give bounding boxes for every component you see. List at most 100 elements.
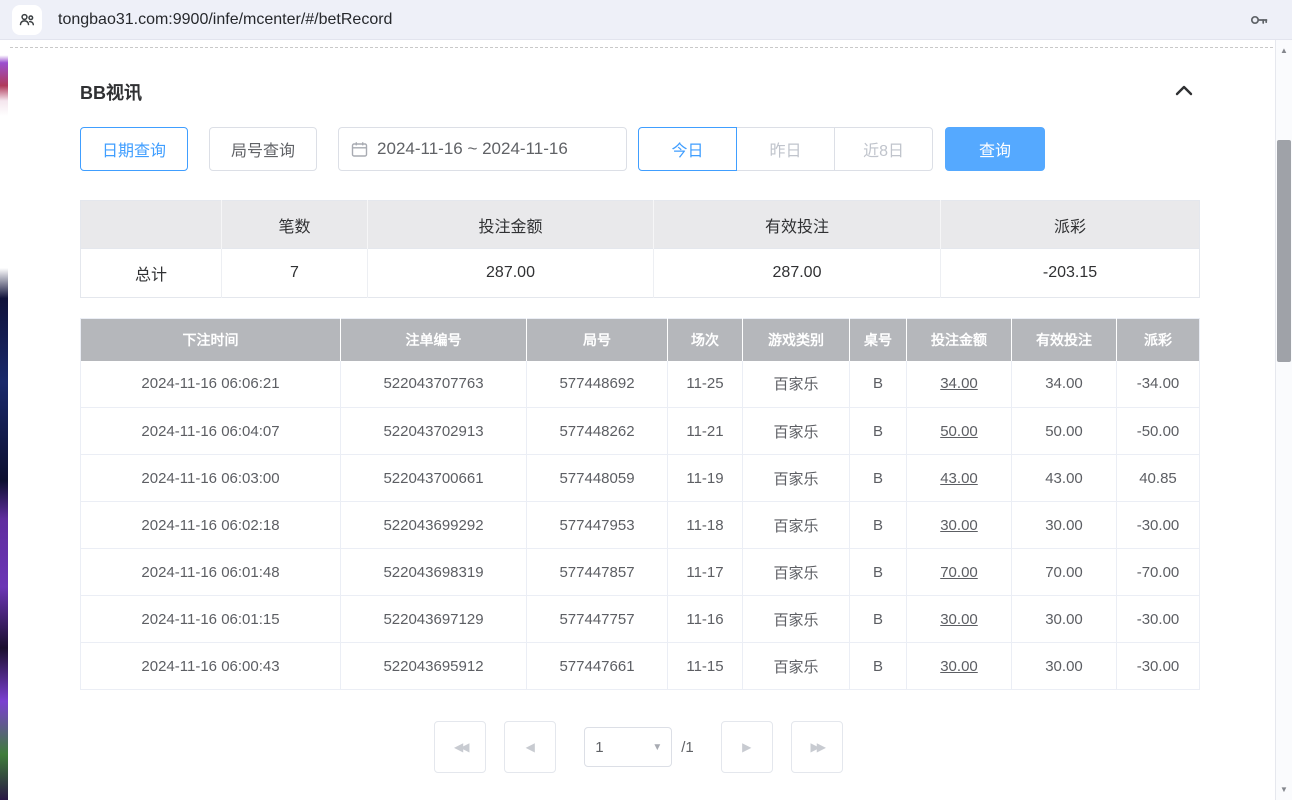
profile-switch-button[interactable]: [12, 5, 42, 35]
round-query-button[interactable]: 局号查询: [209, 127, 317, 171]
summary-valid-bet: 287.00: [654, 249, 941, 298]
cell-time: 2024-11-16 06:03:00: [81, 455, 341, 502]
table-row: 2024-11-16 06:02:18 522043699292 5774479…: [81, 502, 1200, 549]
date-range-value: 2024-11-16 ~ 2024-11-16: [377, 139, 568, 159]
search-button[interactable]: 查询: [945, 127, 1045, 171]
cell-table: B: [850, 455, 907, 502]
cell-payout: -34.00: [1117, 361, 1200, 408]
table-row: 2024-11-16 06:00:43 522043695912 5774476…: [81, 643, 1200, 690]
next-page-icon[interactable]: ▶: [721, 721, 773, 773]
cell-session: 11-21: [668, 408, 743, 455]
cell-time: 2024-11-16 06:01:15: [81, 596, 341, 643]
cell-game: 百家乐: [743, 549, 850, 596]
cell-round: 577447857: [527, 549, 668, 596]
cell-session: 11-17: [668, 549, 743, 596]
cell-valid: 70.00: [1012, 549, 1117, 596]
bet-amount-link[interactable]: 30.00: [907, 596, 1012, 643]
cell-round: 577447757: [527, 596, 668, 643]
cell-order: 522043695912: [341, 643, 527, 690]
cell-table: B: [850, 596, 907, 643]
bet-amount-link[interactable]: 70.00: [907, 549, 1012, 596]
cell-time: 2024-11-16 06:06:21: [81, 361, 341, 408]
col-header-game: 游戏类别: [743, 319, 850, 361]
cell-game: 百家乐: [743, 361, 850, 408]
cell-order: 522043700661: [341, 455, 527, 502]
cell-table: B: [850, 502, 907, 549]
cell-order: 522043707763: [341, 361, 527, 408]
cell-table: B: [850, 361, 907, 408]
cell-valid: 30.00: [1012, 643, 1117, 690]
profile-switch-icon: [18, 11, 36, 29]
browser-address-bar: tongbao31.com:9900/infe/mcenter/#/betRec…: [0, 0, 1292, 40]
bet-record-table: 下注时间 注单编号 局号 场次 游戏类别 桌号 投注金额 有效投注 派彩 202…: [80, 318, 1200, 690]
prev-page-icon[interactable]: ◀: [504, 721, 556, 773]
cell-round: 577448262: [527, 408, 668, 455]
cell-session: 11-16: [668, 596, 743, 643]
summary-header-bet: 投注金额: [368, 201, 654, 249]
cell-round: 577448692: [527, 361, 668, 408]
quick-date-group: 今日 昨日 近8日: [638, 127, 933, 171]
cell-payout: -30.00: [1117, 596, 1200, 643]
table-row: 2024-11-16 06:04:07 522043702913 5774482…: [81, 408, 1200, 455]
cell-session: 11-18: [668, 502, 743, 549]
table-row: 2024-11-16 06:03:00 522043700661 5774480…: [81, 455, 1200, 502]
bet-amount-link[interactable]: 50.00: [907, 408, 1012, 455]
cell-game: 百家乐: [743, 596, 850, 643]
key-icon: [1248, 9, 1270, 31]
scroll-up-icon[interactable]: ▲: [1276, 46, 1292, 55]
date-range-input[interactable]: 2024-11-16 ~ 2024-11-16: [338, 127, 627, 171]
bet-amount-link[interactable]: 30.00: [907, 643, 1012, 690]
cell-payout: -30.00: [1117, 643, 1200, 690]
panel-header: BB视讯: [80, 79, 1197, 105]
page-body: BB视讯 日期查询 局号查询 2024-11-16 ~ 2: [0, 40, 1292, 800]
page-total-label: /1: [681, 739, 694, 756]
filter-toolbar: 日期查询 局号查询 2024-11-16 ~ 2024-11-16 今日 昨日 …: [80, 127, 1197, 171]
last-8-days-button[interactable]: 近8日: [834, 127, 933, 171]
page-select[interactable]: 1: [595, 739, 661, 756]
col-header-bet: 投注金额: [907, 319, 1012, 361]
bet-record-modal: BB视讯 日期查询 局号查询 2024-11-16 ~ 2: [8, 40, 1275, 800]
bet-amount-link[interactable]: 34.00: [907, 361, 1012, 408]
col-header-order: 注单编号: [341, 319, 527, 361]
summary-total-row: 总计 7 287.00 287.00 -203.15: [81, 249, 1200, 298]
yesterday-button[interactable]: 昨日: [736, 127, 835, 171]
date-query-button[interactable]: 日期查询: [80, 127, 188, 171]
scrollbar-thumb[interactable]: [1277, 140, 1291, 362]
page-title: BB视讯: [80, 79, 142, 105]
cell-time: 2024-11-16 06:01:48: [81, 549, 341, 596]
collapse-button[interactable]: [1171, 79, 1197, 105]
password-key-button[interactable]: [1248, 9, 1270, 36]
cell-valid: 43.00: [1012, 455, 1117, 502]
cell-valid: 50.00: [1012, 408, 1117, 455]
today-button[interactable]: 今日: [638, 127, 737, 171]
scrollbar[interactable]: ▲ ▼: [1275, 40, 1292, 800]
table-header-row: 下注时间 注单编号 局号 场次 游戏类别 桌号 投注金额 有效投注 派彩: [81, 319, 1200, 361]
summary-bet-amount: 287.00: [368, 249, 654, 298]
summary-header-payout: 派彩: [941, 201, 1200, 249]
cell-order: 522043702913: [341, 408, 527, 455]
table-row: 2024-11-16 06:01:15 522043697129 5774477…: [81, 596, 1200, 643]
cell-table: B: [850, 408, 907, 455]
summary-payout: -203.15: [941, 249, 1200, 298]
url-text[interactable]: tongbao31.com:9900/infe/mcenter/#/betRec…: [58, 11, 392, 29]
page-select-wrapper: 1 ▼: [584, 727, 672, 767]
bet-amount-link[interactable]: 30.00: [907, 502, 1012, 549]
first-page-icon[interactable]: ◀◀: [434, 721, 486, 773]
cell-round: 577447953: [527, 502, 668, 549]
bet-amount-link[interactable]: 43.00: [907, 455, 1012, 502]
cell-game: 百家乐: [743, 502, 850, 549]
col-header-session: 场次: [668, 319, 743, 361]
cell-session: 11-15: [668, 643, 743, 690]
cell-time: 2024-11-16 06:02:18: [81, 502, 341, 549]
col-header-table: 桌号: [850, 319, 907, 361]
summary-total-label: 总计: [81, 249, 222, 298]
calendar-icon: [351, 141, 368, 158]
last-page-icon[interactable]: ▶▶: [791, 721, 843, 773]
cell-order: 522043697129: [341, 596, 527, 643]
cell-round: 577447661: [527, 643, 668, 690]
cell-time: 2024-11-16 06:04:07: [81, 408, 341, 455]
table-row: 2024-11-16 06:06:21 522043707763 5774486…: [81, 361, 1200, 408]
scroll-down-icon[interactable]: ▼: [1276, 785, 1292, 794]
cell-order: 522043698319: [341, 549, 527, 596]
cell-game: 百家乐: [743, 408, 850, 455]
